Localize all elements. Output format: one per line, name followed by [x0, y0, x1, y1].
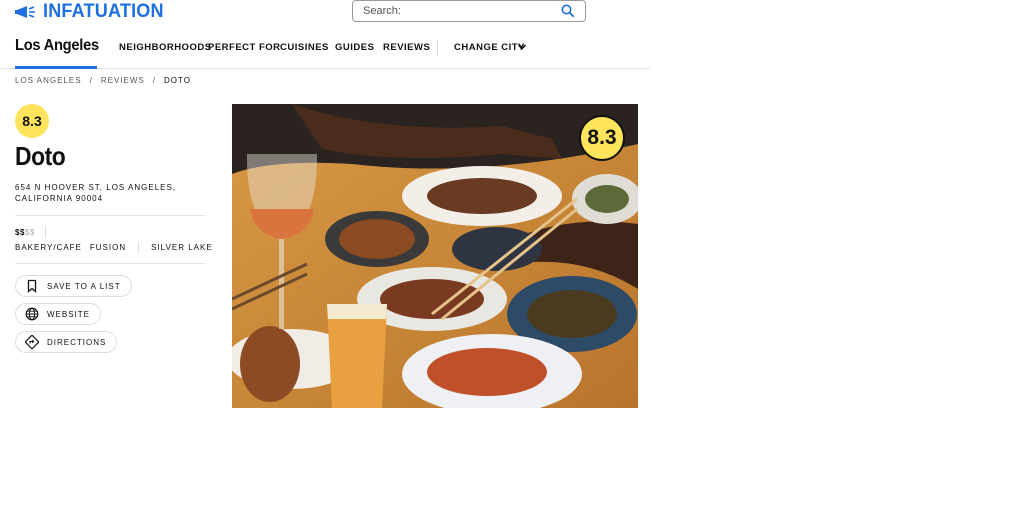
megaphone-icon [15, 6, 35, 18]
price-active: $$ [15, 228, 25, 237]
address-line-1: 654 N HOOVER ST, LOS ANGELES, [15, 183, 177, 192]
chevron-down-icon[interactable] [517, 42, 527, 52]
price-inactive: $$ [24, 228, 35, 237]
restaurant-address[interactable]: 654 N HOOVER ST, LOS ANGELES, CALIFORNIA… [15, 182, 185, 204]
top-bar: INFATUATION Search: [0, 0, 650, 24]
divider [15, 263, 205, 264]
logo-link[interactable]: INFATUATION [15, 1, 170, 23]
breadcrumb: LOS ANGELES / REVIEWS / DOTO [15, 76, 191, 85]
restaurant-photo [232, 104, 638, 408]
nav-cuisines[interactable]: CUISINES [280, 42, 329, 53]
breadcrumb-current: DOTO [163, 76, 191, 85]
breadcrumb-separator: / [89, 76, 93, 85]
city-underline [15, 66, 97, 69]
address-line-2: CALIFORNIA 90004 [15, 194, 104, 203]
city-title[interactable]: Los Angeles [15, 37, 99, 55]
search-icon[interactable] [561, 4, 575, 18]
breadcrumb-separator: / [152, 76, 156, 85]
price-range: $$$$ [15, 228, 35, 237]
tag-list: BAKERY/CAFE FUSION SILVER LAKE [15, 242, 213, 253]
tag-bakery-cafe[interactable]: BAKERY/CAFE [15, 243, 82, 252]
photo-rating-badge: 8.3 [579, 115, 625, 161]
globe-icon [25, 307, 39, 321]
nav-neighborhoods[interactable]: NEIGHBORHOODS [119, 42, 212, 53]
city-nav: Los Angeles NEIGHBORHOODS PERFECT FOR CU… [0, 34, 650, 69]
nav-perfect-for[interactable]: PERFECT FOR [208, 42, 281, 53]
restaurant-title: Doto [15, 141, 66, 171]
directions-sign-icon [25, 335, 39, 349]
search-input[interactable]: Search: [352, 0, 586, 22]
save-to-list-button[interactable]: SAVE TO A LIST [15, 275, 132, 297]
breadcrumb-reviews[interactable]: REVIEWS [101, 76, 145, 85]
website-button[interactable]: WEBSITE [15, 303, 102, 325]
divider [15, 215, 205, 216]
breadcrumb-los-angeles[interactable]: LOS ANGELES [15, 76, 82, 85]
tag-silver-lake[interactable]: SILVER LAKE [151, 243, 213, 252]
rating-badge: 8.3 [15, 104, 49, 138]
tag-divider [138, 242, 140, 253]
nav-guides[interactable]: GUIDES [335, 42, 374, 53]
food-photo-illustration [232, 104, 638, 408]
search-placeholder: Search: [363, 5, 401, 17]
nav-divider [437, 40, 438, 56]
price-divider [45, 226, 46, 238]
website-label: WEBSITE [47, 309, 91, 319]
save-label: SAVE TO A LIST [47, 281, 121, 291]
directions-button[interactable]: DIRECTIONS [15, 331, 118, 353]
bookmark-icon [27, 279, 37, 293]
change-city-button[interactable]: CHANGE CITY [454, 42, 525, 53]
logo-text: INFATUATION [43, 1, 164, 22]
directions-label: DIRECTIONS [47, 337, 107, 347]
tag-fusion[interactable]: FUSION [90, 243, 126, 252]
nav-reviews[interactable]: REVIEWS [383, 42, 430, 53]
